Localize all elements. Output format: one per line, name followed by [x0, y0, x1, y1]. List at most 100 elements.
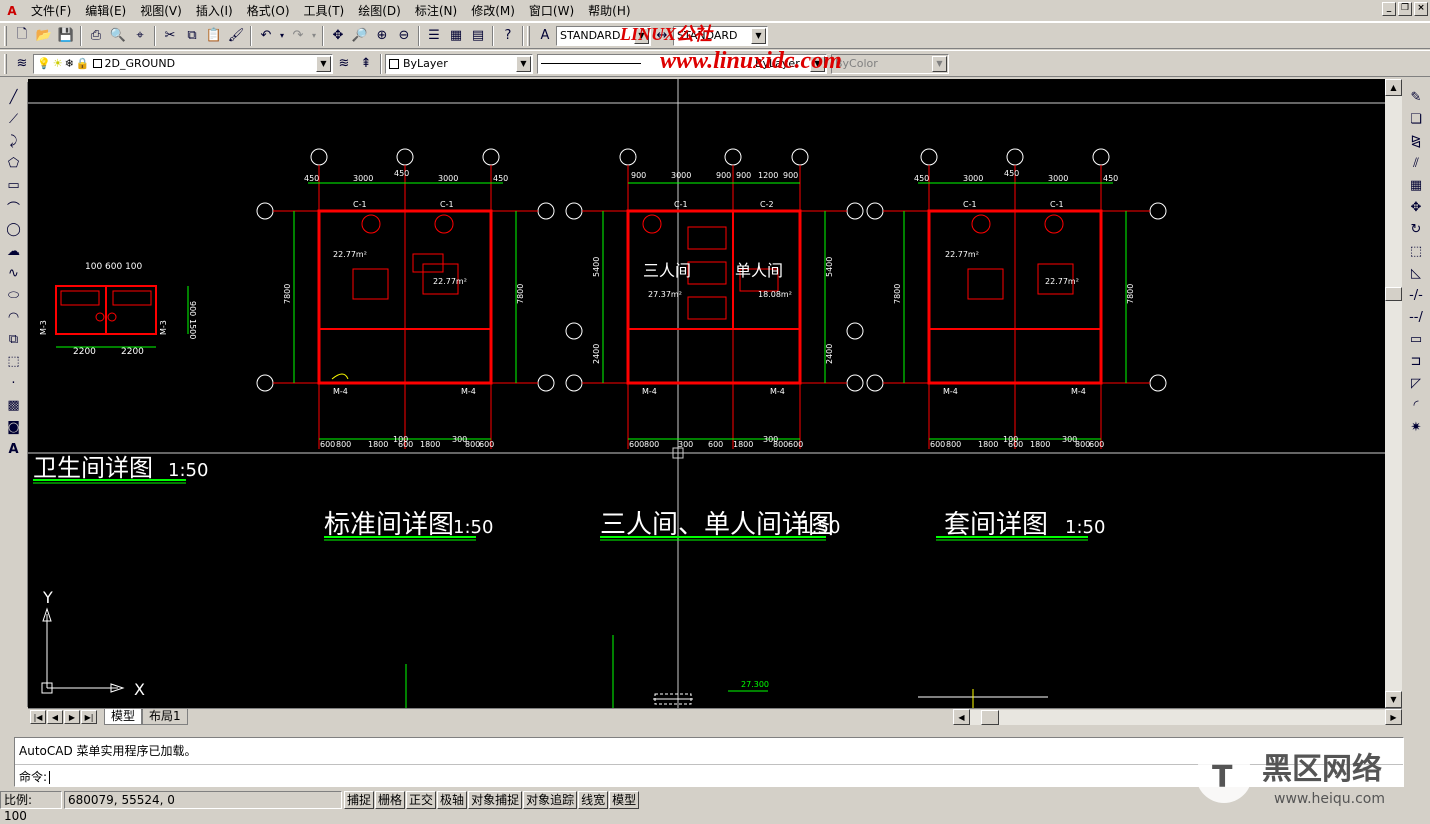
- command-prompt[interactable]: 命令:: [19, 768, 50, 785]
- toolbar-grip[interactable]: [4, 54, 7, 74]
- minimize-icon[interactable]: _: [1382, 2, 1396, 16]
- match-properties-icon[interactable]: 🖌: [225, 25, 247, 47]
- publish-icon[interactable]: ⌖: [129, 25, 151, 47]
- open-file-icon[interactable]: 📂: [33, 25, 55, 47]
- osnap-toggle[interactable]: 对象捕捉: [468, 791, 522, 809]
- close-icon[interactable]: ×: [1414, 2, 1428, 16]
- circle-icon[interactable]: ◯: [3, 218, 25, 240]
- redo-dropdown-icon[interactable]: ▾: [309, 25, 319, 47]
- layer-select[interactable]: 💡 ☀ ❄ 🔒 2D_GROUND ▼: [33, 54, 333, 74]
- scroll-right-icon[interactable]: ▶: [1385, 709, 1402, 725]
- offset-icon[interactable]: ⫽: [1405, 152, 1427, 174]
- design-center-icon[interactable]: ▦: [445, 25, 467, 47]
- cut-icon[interactable]: ✂: [159, 25, 181, 47]
- construction-line-icon[interactable]: ⟋: [3, 108, 25, 130]
- ellipse-icon[interactable]: ⬭: [3, 284, 25, 306]
- paste-icon[interactable]: 📋: [203, 25, 225, 47]
- properties-icon[interactable]: ☰: [423, 25, 445, 47]
- toolbar-grip[interactable]: [4, 26, 7, 46]
- polar-toggle[interactable]: 极轴: [437, 791, 467, 809]
- menu-view[interactable]: 视图(V): [133, 1, 189, 21]
- menu-window[interactable]: 窗口(W): [522, 1, 581, 21]
- chevron-down-icon[interactable]: ▼: [751, 28, 766, 44]
- polygon-icon[interactable]: ⬠: [3, 152, 25, 174]
- zoom-realtime-icon[interactable]: 🔎: [349, 25, 371, 47]
- next-tab-icon[interactable]: ▶: [64, 710, 80, 724]
- tab-layout1[interactable]: 布局1: [142, 709, 188, 725]
- zoom-window-icon[interactable]: ⊕: [371, 25, 393, 47]
- menu-help[interactable]: 帮助(H): [581, 1, 637, 21]
- vertical-scroll-thumb[interactable]: [1385, 287, 1402, 301]
- region-icon[interactable]: ◙: [3, 416, 25, 438]
- erase-icon[interactable]: ✎: [1405, 86, 1427, 108]
- redo-icon[interactable]: ↷: [287, 25, 309, 47]
- break-icon[interactable]: ⊐: [1405, 350, 1427, 372]
- plotstyle-select[interactable]: ByColor ▼: [831, 54, 949, 74]
- grid-toggle[interactable]: 栅格: [375, 791, 405, 809]
- horizontal-scrollbar[interactable]: ◀ ▶: [953, 710, 1402, 725]
- drawing-canvas[interactable]: 100 600 100 2200 2200 900 1500 M-3 M-3 卫…: [28, 79, 1385, 708]
- snap-toggle[interactable]: 捕捉: [344, 791, 374, 809]
- pan-icon[interactable]: ✥: [327, 25, 349, 47]
- copy-icon[interactable]: ⧉: [181, 25, 203, 47]
- spline-icon[interactable]: ∿: [3, 262, 25, 284]
- help-icon[interactable]: ?: [497, 25, 519, 47]
- scroll-down-icon[interactable]: ▼: [1385, 691, 1402, 708]
- trim-icon[interactable]: -/-: [1405, 284, 1427, 306]
- menu-modify[interactable]: 修改(M): [464, 1, 522, 21]
- styles-toolbar-grip[interactable]: [527, 26, 530, 46]
- coordinate-readout[interactable]: 680079, 55524, 0: [64, 791, 342, 809]
- chevron-down-icon[interactable]: ▼: [932, 56, 947, 72]
- text-style-icon[interactable]: A: [534, 25, 556, 47]
- menu-file[interactable]: 文件(F): [24, 1, 78, 21]
- ellipse-arc-icon[interactable]: ◠: [3, 306, 25, 328]
- rotate-icon[interactable]: ↻: [1405, 218, 1427, 240]
- layer-previous-icon[interactable]: ⇞: [355, 53, 377, 75]
- print-icon[interactable]: ⎙: [85, 25, 107, 47]
- make-block-icon[interactable]: ⬚: [3, 350, 25, 372]
- lineweight-toggle[interactable]: 线宽: [578, 791, 608, 809]
- scroll-left-icon[interactable]: ◀: [953, 709, 970, 725]
- scroll-up-icon[interactable]: ▲: [1385, 79, 1402, 96]
- array-icon[interactable]: ▦: [1405, 174, 1427, 196]
- horizontal-scroll-thumb[interactable]: [981, 710, 999, 725]
- menu-edit[interactable]: 编辑(E): [78, 1, 133, 21]
- zoom-previous-icon[interactable]: ⊖: [393, 25, 415, 47]
- menu-draw[interactable]: 绘图(D): [351, 1, 408, 21]
- tool-palettes-icon[interactable]: ▤: [467, 25, 489, 47]
- restore-icon[interactable]: ❐: [1398, 2, 1412, 16]
- menu-dimension[interactable]: 标注(N): [408, 1, 464, 21]
- scale-icon[interactable]: ⬚: [1405, 240, 1427, 262]
- revision-cloud-icon[interactable]: ☁: [3, 240, 25, 262]
- insert-block-icon[interactable]: ⧉: [3, 328, 25, 350]
- otrack-toggle[interactable]: 对象追踪: [523, 791, 577, 809]
- menu-tools[interactable]: 工具(T): [297, 1, 352, 21]
- polyline-icon[interactable]: ⤸: [3, 130, 25, 152]
- menu-format[interactable]: 格式(O): [240, 1, 297, 21]
- break-at-point-icon[interactable]: ▭: [1405, 328, 1427, 350]
- chevron-down-icon[interactable]: ▼: [316, 56, 331, 72]
- make-object-layer-current-icon[interactable]: ≋: [333, 53, 355, 75]
- stretch-icon[interactable]: ◺: [1405, 262, 1427, 284]
- rectangle-icon[interactable]: ▭: [3, 174, 25, 196]
- menu-insert[interactable]: 插入(I): [189, 1, 240, 21]
- last-tab-icon[interactable]: ▶|: [81, 710, 97, 724]
- point-icon[interactable]: ·: [3, 372, 25, 394]
- undo-dropdown-icon[interactable]: ▾: [277, 25, 287, 47]
- fillet-icon[interactable]: ◜: [1405, 394, 1427, 416]
- prev-tab-icon[interactable]: ◀: [47, 710, 63, 724]
- move-icon[interactable]: ✥: [1405, 196, 1427, 218]
- mirror-icon[interactable]: ⧎: [1405, 130, 1427, 152]
- ortho-toggle[interactable]: 正交: [406, 791, 436, 809]
- hatch-icon[interactable]: ▩: [3, 394, 25, 416]
- multiline-text-icon[interactable]: A: [3, 438, 25, 460]
- color-select[interactable]: ByLayer ▼: [385, 54, 533, 74]
- print-preview-icon[interactable]: 🔍: [107, 25, 129, 47]
- layer-manager-icon[interactable]: ≋: [11, 53, 33, 75]
- new-file-icon[interactable]: 🗋: [11, 25, 33, 47]
- line-icon[interactable]: ╱: [3, 86, 25, 108]
- copy-object-icon[interactable]: ❏: [1405, 108, 1427, 130]
- tab-model[interactable]: 模型: [104, 709, 142, 725]
- autocad-app-icon[interactable]: A: [4, 3, 20, 19]
- vertical-scrollbar[interactable]: ▲ ▼: [1385, 79, 1402, 708]
